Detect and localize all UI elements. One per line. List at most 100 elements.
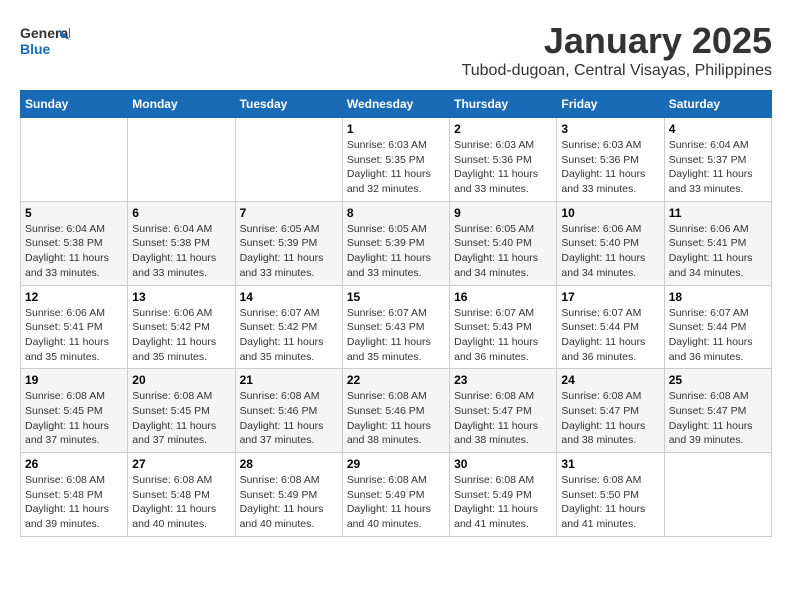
logo-svg: GeneralBlue [20,20,70,65]
week-row-3: 12Sunrise: 6:06 AM Sunset: 5:41 PM Dayli… [21,285,772,369]
day-cell: 21 Sunrise: 6:08 AM Sunset: 5:46 PM Dayli… [235,369,342,453]
day-info: Sunrise: 6:07 AM Sunset: 5:42 PM Dayligh… [240,306,338,365]
day-number: 18 [669,290,767,304]
day-info: Sunrise: 6:08 AM Sunset: 5:49 PM Dayligh… [347,473,445,532]
day-info: Sunrise: 6:07 AM Sunset: 5:43 PM Dayligh… [347,306,445,365]
day-cell: 24 Sunrise: 6:08 AM Sunset: 5:47 PM Dayli… [557,369,664,453]
day-info: Sunrise: 6:07 AM Sunset: 5:44 PM Dayligh… [669,306,767,365]
day-cell: 19 Sunrise: 6:08 AM Sunset: 5:45 PM Dayli… [21,369,128,453]
title-area: January 2025 Tubod-dugoan, Central Visay… [462,20,772,80]
day-cell [21,118,128,202]
day-number: 6 [132,206,230,220]
day-number: 11 [669,206,767,220]
day-cell: 11 Sunrise: 6:06 AM Sunset: 5:41 PM Dayli… [664,201,771,285]
day-cell: 17 Sunrise: 6:07 AM Sunset: 5:44 PM Dayli… [557,285,664,369]
day-number: 26 [25,457,123,471]
day-info: Sunrise: 6:04 AM Sunset: 5:38 PM Dayligh… [132,222,230,281]
day-info: Sunrise: 6:08 AM Sunset: 5:45 PM Dayligh… [132,389,230,448]
day-info: Sunrise: 6:08 AM Sunset: 5:48 PM Dayligh… [25,473,123,532]
weekday-header-saturday: Saturday [664,91,771,118]
day-info: Sunrise: 6:05 AM Sunset: 5:40 PM Dayligh… [454,222,552,281]
day-number: 12 [25,290,123,304]
day-number: 27 [132,457,230,471]
location-title: Tubod-dugoan, Central Visayas, Philippin… [462,62,772,80]
day-info: Sunrise: 6:08 AM Sunset: 5:49 PM Dayligh… [240,473,338,532]
week-row-1: 1 Sunrise: 6:03 AM Sunset: 5:35 PM Daylig… [21,118,772,202]
day-number: 3 [561,122,659,136]
weekday-header-friday: Friday [557,91,664,118]
day-cell: 26 Sunrise: 6:08 AM Sunset: 5:48 PM Dayli… [21,453,128,537]
day-info: Sunrise: 6:05 AM Sunset: 5:39 PM Dayligh… [240,222,338,281]
day-number: 10 [561,206,659,220]
svg-text:Blue: Blue [20,41,51,57]
logo: GeneralBlue [20,20,70,65]
day-number: 7 [240,206,338,220]
day-number: 21 [240,373,338,387]
day-info: Sunrise: 6:06 AM Sunset: 5:40 PM Dayligh… [561,222,659,281]
day-info: Sunrise: 6:06 AM Sunset: 5:41 PM Dayligh… [669,222,767,281]
weekday-header-sunday: Sunday [21,91,128,118]
week-row-4: 19 Sunrise: 6:08 AM Sunset: 5:45 PM Dayli… [21,369,772,453]
day-cell: 25Sunrise: 6:08 AM Sunset: 5:47 PM Dayli… [664,369,771,453]
day-number: 16 [454,290,552,304]
day-number: 24 [561,373,659,387]
day-number: 17 [561,290,659,304]
day-number: 22 [347,373,445,387]
day-cell [235,118,342,202]
month-title: January 2025 [462,20,772,62]
day-number: 4 [669,122,767,136]
day-info: Sunrise: 6:04 AM Sunset: 5:37 PM Dayligh… [669,138,767,197]
day-info: Sunrise: 6:07 AM Sunset: 5:43 PM Dayligh… [454,306,552,365]
weekday-header-wednesday: Wednesday [342,91,449,118]
day-number: 14 [240,290,338,304]
day-cell: 16 Sunrise: 6:07 AM Sunset: 5:43 PM Dayli… [450,285,557,369]
day-number: 23 [454,373,552,387]
day-info: Sunrise: 6:07 AM Sunset: 5:44 PM Dayligh… [561,306,659,365]
weekday-header-thursday: Thursday [450,91,557,118]
day-info: Sunrise: 6:04 AM Sunset: 5:38 PM Dayligh… [25,222,123,281]
day-info: Sunrise: 6:05 AM Sunset: 5:39 PM Dayligh… [347,222,445,281]
day-cell: 10 Sunrise: 6:06 AM Sunset: 5:40 PM Dayli… [557,201,664,285]
day-cell [128,118,235,202]
day-cell: 14 Sunrise: 6:07 AM Sunset: 5:42 PM Dayli… [235,285,342,369]
day-info: Sunrise: 6:08 AM Sunset: 5:47 PM Dayligh… [669,389,767,448]
day-number: 28 [240,457,338,471]
day-cell: 29 Sunrise: 6:08 AM Sunset: 5:49 PM Dayli… [342,453,449,537]
day-cell: 13 Sunrise: 6:06 AM Sunset: 5:42 PM Dayli… [128,285,235,369]
day-number: 20 [132,373,230,387]
day-cell: 20 Sunrise: 6:08 AM Sunset: 5:45 PM Dayli… [128,369,235,453]
day-cell: 30Sunrise: 6:08 AM Sunset: 5:49 PM Dayli… [450,453,557,537]
day-cell: 28 Sunrise: 6:08 AM Sunset: 5:49 PM Dayli… [235,453,342,537]
day-info: Sunrise: 6:08 AM Sunset: 5:47 PM Dayligh… [561,389,659,448]
day-cell: 18 Sunrise: 6:07 AM Sunset: 5:44 PM Dayli… [664,285,771,369]
day-number: 1 [347,122,445,136]
day-cell: 8 Sunrise: 6:05 AM Sunset: 5:39 PM Daylig… [342,201,449,285]
week-row-2: 5 Sunrise: 6:04 AM Sunset: 5:38 PM Daylig… [21,201,772,285]
day-info: Sunrise: 6:08 AM Sunset: 5:45 PM Dayligh… [25,389,123,448]
day-cell: 23 Sunrise: 6:08 AM Sunset: 5:47 PM Dayli… [450,369,557,453]
weekday-header-monday: Monday [128,91,235,118]
day-number: 29 [347,457,445,471]
day-number: 5 [25,206,123,220]
day-number: 9 [454,206,552,220]
day-cell [664,453,771,537]
day-number: 8 [347,206,445,220]
day-cell: 22 Sunrise: 6:08 AM Sunset: 5:46 PM Dayli… [342,369,449,453]
calendar: SundayMondayTuesdayWednesdayThursdayFrid… [20,90,772,537]
day-info: Sunrise: 6:08 AM Sunset: 5:46 PM Dayligh… [240,389,338,448]
day-info: Sunrise: 6:08 AM Sunset: 5:50 PM Dayligh… [561,473,659,532]
day-number: 13 [132,290,230,304]
day-number: 31 [561,457,659,471]
day-cell: 9 Sunrise: 6:05 AM Sunset: 5:40 PM Daylig… [450,201,557,285]
day-cell: 15Sunrise: 6:07 AM Sunset: 5:43 PM Dayli… [342,285,449,369]
week-row-5: 26 Sunrise: 6:08 AM Sunset: 5:48 PM Dayli… [21,453,772,537]
day-info: Sunrise: 6:03 AM Sunset: 5:35 PM Dayligh… [347,138,445,197]
day-info: Sunrise: 6:06 AM Sunset: 5:42 PM Dayligh… [132,306,230,365]
day-cell: 7 Sunrise: 6:05 AM Sunset: 5:39 PM Daylig… [235,201,342,285]
day-number: 19 [25,373,123,387]
day-info: Sunrise: 6:08 AM Sunset: 5:47 PM Dayligh… [454,389,552,448]
day-cell: 12Sunrise: 6:06 AM Sunset: 5:41 PM Dayli… [21,285,128,369]
day-number: 30 [454,457,552,471]
weekday-header-row: SundayMondayTuesdayWednesdayThursdayFrid… [21,91,772,118]
day-info: Sunrise: 6:08 AM Sunset: 5:46 PM Dayligh… [347,389,445,448]
